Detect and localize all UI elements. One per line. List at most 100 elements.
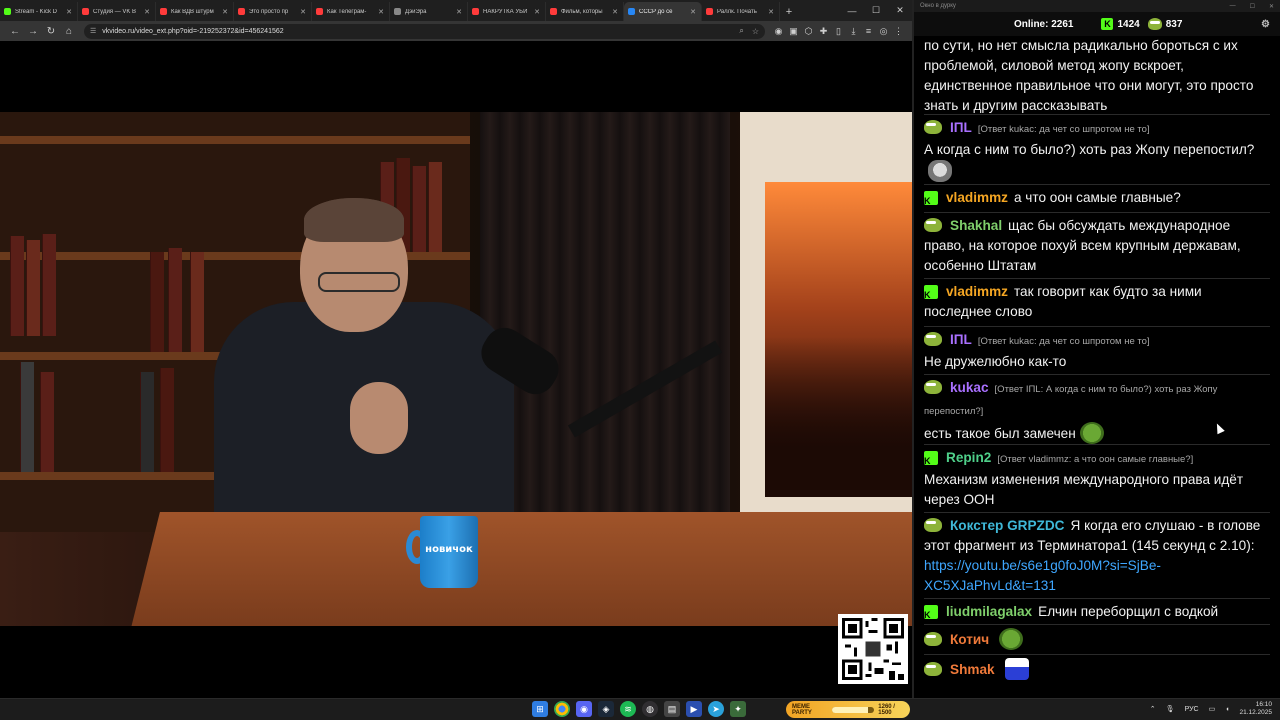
chat-username[interactable]: IПL [950,332,972,347]
chat-message: IПL [Ответ kukac: да чет со шпротом не то… [924,330,1272,372]
browser-tab[interactable]: СССР до се ✕ [624,2,702,21]
browser-tab[interactable]: ДэйЭра ✕ [390,2,468,21]
pepe-emote-icon [1079,422,1104,444]
tab-favicon-icon [550,8,557,15]
browser-tab[interactable]: Как ВДВ штурм ✕ [156,2,234,21]
chat-username[interactable]: IПL [950,120,972,135]
settings-gear-icon[interactable]: ⚙ [1261,19,1270,30]
chat-link[interactable]: https://youtu.be/s6e1g0foJ0M?si=SjBe-XC5… [924,558,1161,593]
media-player-icon[interactable]: ▶ [686,701,702,717]
chat-username[interactable]: Repin2 [946,450,991,465]
chat-divider [924,654,1270,655]
close-icon[interactable]: ✕ [1269,3,1274,10]
chat-titlebar: Окно в дурку — ☐ ✕ [914,0,1280,12]
chat-message: K Repin2 [Ответ vladimmz: а что оон самые … [924,448,1272,510]
tab-close-icon[interactable]: ✕ [611,8,619,16]
side-panel-icon[interactable]: ▯ [831,23,846,39]
system-tray: ⌃ 🎙 РУС ▭ ◖ 16:10 21.12.2025 [1150,701,1272,717]
tab-close-icon[interactable]: ✕ [533,8,541,16]
steam-icon[interactable]: ◈ [598,701,614,717]
address-bar[interactable]: ☰ vkvideo.ru/video_ext.php?oid=-21925237… [84,23,765,39]
chat-username[interactable]: vladimmz [946,190,1008,205]
minimize-icon[interactable]: — [1230,3,1236,10]
browser-window: Stream - Kick D ✕ Студия — VK В ✕ Как ВДВ шт… [0,0,912,698]
minimize-icon[interactable]: — [840,6,864,16]
chat-username[interactable]: Shakhal [950,218,1002,233]
tab-close-icon[interactable]: ✕ [65,8,73,16]
chrome-icon[interactable] [554,701,570,717]
site-info-icon[interactable]: ☰ [90,27,96,35]
microphone-icon[interactable]: 🎙 [1166,705,1175,713]
chat-username[interactable]: liudmilagalax [946,604,1032,619]
browser-tab[interactable]: Это просто пр ✕ [234,2,312,21]
extension-icon[interactable]: ▣ [786,23,801,39]
tray-chevron-icon[interactable]: ⌃ [1150,705,1156,713]
chat-username[interactable]: Котич [950,632,989,647]
spotify-icon[interactable]: ≋ [620,701,636,717]
obs-icon[interactable]: ◍ [642,701,658,717]
extension-icon[interactable]: ⬡ [801,23,816,39]
tab-close-icon[interactable]: ✕ [143,8,151,16]
telegram-icon[interactable]: ➤ [708,701,724,717]
tab-favicon-icon [706,8,713,15]
chat-reply-context[interactable]: [Ответ vladimmz: а что оон самые главные… [997,454,1193,465]
chat-username[interactable]: Кокстер GRPZDC [950,518,1064,533]
chat-messages: по сути, но нет смысла радикально бороть… [914,36,1280,698]
video-player[interactable]: новичок [0,112,912,626]
chat-reply-context[interactable]: [Ответ kukac: да чет со шпротом не то] [978,124,1150,135]
close-icon[interactable]: ✕ [888,5,912,16]
chat-message: по сути, но нет смысла радикально бороть… [924,36,1272,116]
maximize-icon[interactable]: ☐ [864,5,888,16]
network-icon[interactable]: ▭ [1209,705,1216,713]
language-indicator[interactable]: РУС [1185,706,1199,713]
meme-party-widget[interactable]: MEME PARTY 1260 / 1500 [786,701,910,718]
tab-close-icon[interactable]: ✕ [377,8,385,16]
tab-close-icon[interactable]: ✕ [767,8,775,16]
tab-title: Как ВДВ штурм [171,8,214,15]
tab-title: Фильм, которы [561,8,603,15]
back-icon[interactable]: ← [6,23,24,39]
windows-start-icon[interactable]: ⊞ [532,701,548,717]
extensions-puzzle-icon[interactable]: ✚ [816,23,831,39]
profile-avatar-icon[interactable]: ◎ [876,23,891,39]
browser-tab[interactable]: НАКРУТКА УБИ ✕ [468,2,546,21]
kick-badge-icon: K [924,191,938,206]
volume-icon[interactable]: ◖ [1225,706,1229,713]
app-icon[interactable]: ▤ [664,701,680,717]
download-icon[interactable]: ⤓ [846,23,861,39]
tab-close-icon[interactable]: ✕ [689,8,697,16]
browser-tab[interactable]: Фильм, которы ✕ [546,2,624,21]
new-tab-button[interactable]: + [780,2,798,21]
tab-search-icon[interactable]: ≡ [861,23,876,39]
bookmark-star-icon[interactable]: ☆ [752,27,759,36]
chat-divider [924,278,1270,279]
forward-icon[interactable]: → [24,23,42,39]
tab-title: Stream - Kick D [15,8,58,15]
menu-kebab-icon[interactable]: ⋮ [891,23,906,39]
browser-tab[interactable]: Как Телеграм- ✕ [312,2,390,21]
browser-tab[interactable]: Раллк. Почать ✕ [702,2,780,21]
glasses [318,272,400,292]
extension-icon[interactable]: ◉ [771,23,786,39]
reload-icon[interactable]: ↻ [42,23,60,39]
online-count: 2261 [1051,18,1074,30]
tab-title: Как Телеграм- [327,8,367,15]
browser-tab[interactable]: Студия — VK В ✕ [78,2,156,21]
tab-close-icon[interactable]: ✕ [299,8,307,16]
discord-icon[interactable]: ◉ [576,701,592,717]
chat-username[interactable]: kukac [950,380,989,395]
qr-code [838,614,908,684]
chat-username[interactable]: Shmak [950,662,995,677]
chat-message: kukac [Ответ IПL: А когда с ним то было?)… [924,378,1272,444]
chat-divider [924,374,1270,375]
zoom-icon[interactable]: ⌕ [739,26,743,36]
tab-close-icon[interactable]: ✕ [221,8,229,16]
tab-close-icon[interactable]: ✕ [455,8,463,16]
app-icon[interactable]: ✦ [730,701,746,717]
chat-reply-context[interactable]: [Ответ kukac: да чет со шпротом не то] [978,336,1150,347]
chat-username[interactable]: vladimmz [946,284,1008,299]
maximize-icon[interactable]: ☐ [1250,3,1255,10]
browser-tab[interactable]: Stream - Kick D ✕ [0,2,78,21]
clock[interactable]: 16:10 21.12.2025 [1239,701,1272,717]
home-icon[interactable]: ⌂ [60,23,78,39]
